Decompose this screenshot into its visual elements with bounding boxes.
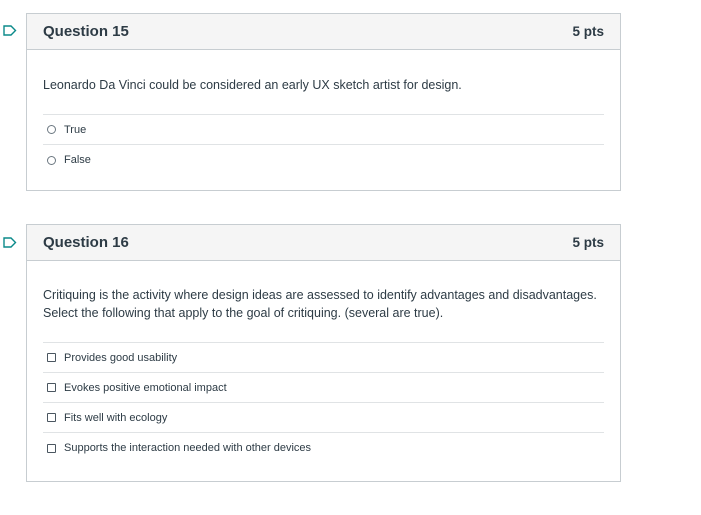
- answer-label: False: [64, 154, 91, 166]
- answer-option-true[interactable]: True: [43, 115, 604, 145]
- question-points: 5 pts: [572, 235, 604, 250]
- question-text-line: Critiquing is the activity where design …: [43, 288, 597, 302]
- answer-option[interactable]: Fits well with ecology: [43, 403, 604, 433]
- question-text: Leonardo Da Vinci could be considered an…: [43, 78, 462, 92]
- question-title: Question 16: [43, 234, 129, 251]
- answer-option-false[interactable]: False: [43, 145, 604, 175]
- question-15: Question 15 5 pts Leonardo Da Vinci coul…: [26, 13, 621, 191]
- answer-option[interactable]: Supports the interaction needed with oth…: [43, 433, 604, 463]
- question-points: 5 pts: [572, 24, 604, 39]
- answer-label: Provides good usability: [64, 351, 178, 364]
- radio-button[interactable]: [47, 155, 56, 165]
- answer-label: True: [64, 123, 87, 136]
- answer-label: Supports the interaction needed with oth…: [64, 442, 312, 454]
- answer-label: Fits well with ecology: [64, 411, 168, 424]
- question-title: Question 15: [43, 23, 129, 40]
- answer-list: Provides good usability Evokes positive …: [43, 342, 604, 463]
- answer-option[interactable]: Evokes positive emotional impact: [43, 373, 604, 403]
- question-header: Question 15 5 pts: [27, 14, 620, 50]
- checkbox[interactable]: [47, 353, 56, 362]
- answer-list: True False: [43, 114, 604, 175]
- checkbox[interactable]: [47, 383, 56, 392]
- radio-button[interactable]: [47, 125, 56, 134]
- question-header: Question 16 5 pts: [27, 225, 620, 261]
- flag-question-icon[interactable]: [3, 25, 17, 36]
- answer-label: Evokes positive emotional impact: [64, 381, 227, 394]
- flag-question-icon[interactable]: [3, 237, 17, 248]
- question-16: Question 16 5 pts Critiquing is the acti…: [26, 224, 621, 482]
- checkbox[interactable]: [47, 413, 56, 422]
- question-text: Critiquing is the activity where design …: [43, 261, 604, 342]
- question-text-line: Select the following that apply to the g…: [43, 306, 444, 320]
- checkbox[interactable]: [47, 443, 56, 453]
- answer-option[interactable]: Provides good usability: [43, 343, 604, 373]
